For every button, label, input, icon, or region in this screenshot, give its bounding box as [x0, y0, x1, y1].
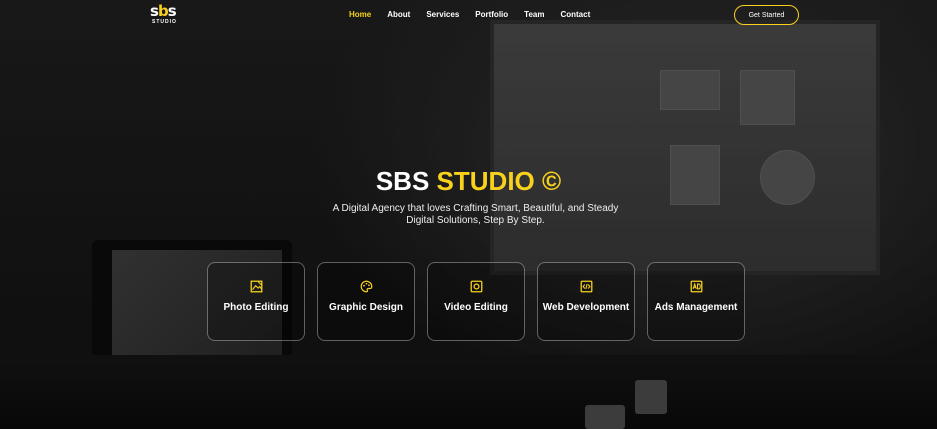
palette-icon [360, 280, 372, 293]
nav-contact[interactable]: Contact [560, 10, 590, 19]
nav-services[interactable]: Services [426, 10, 459, 19]
get-started-button[interactable]: Get Started [734, 5, 799, 25]
ad-icon [690, 280, 702, 293]
nav-home[interactable]: Home [349, 10, 371, 19]
video-icon [470, 280, 482, 293]
image-edit-icon [250, 280, 262, 293]
hero-section: sbs STUDIO Home About Services Portfolio… [0, 0, 937, 429]
hero-title-yellow: STUDIO © [436, 166, 562, 196]
service-card-photo-editing[interactable]: Photo Editing [207, 262, 305, 341]
hero-subtitle-line2: Digital Solutions, Step By Step. [406, 215, 545, 226]
service-card-web-development[interactable]: Web Development [537, 262, 635, 341]
hero-subtitle: A Digital Agency that loves Crafting Sma… [318, 203, 633, 227]
nav-portfolio[interactable]: Portfolio [475, 10, 508, 19]
service-card-graphic-design[interactable]: Graphic Design [317, 262, 415, 341]
service-cards: Photo Editing Graphic Design Video Editi… [207, 262, 745, 341]
service-label: Graphic Design [329, 302, 403, 313]
main-menu: Home About Services Portfolio Team Conta… [349, 10, 606, 19]
hero-title-white: SBS [375, 166, 430, 196]
service-label: Video Editing [444, 302, 508, 313]
hero-subtitle-line1: A Digital Agency that loves Crafting Sma… [332, 203, 619, 214]
logo-mark: sbs [150, 2, 177, 20]
navbar: sbs STUDIO Home About Services Portfolio… [0, 0, 937, 30]
code-icon [580, 280, 592, 293]
nav-team[interactable]: Team [524, 10, 544, 19]
logo-subtitle: STUDIO [152, 19, 177, 25]
nav-about[interactable]: About [387, 10, 410, 19]
service-card-ads-management[interactable]: Ads Management [647, 262, 745, 341]
service-label: Web Development [542, 302, 630, 313]
hero-title: SBS STUDIO © [0, 166, 937, 197]
service-label: Ads Management [654, 302, 738, 313]
service-card-video-editing[interactable]: Video Editing [427, 262, 525, 341]
service-label: Photo Editing [223, 302, 289, 313]
brand-logo[interactable]: sbs STUDIO [150, 4, 182, 26]
